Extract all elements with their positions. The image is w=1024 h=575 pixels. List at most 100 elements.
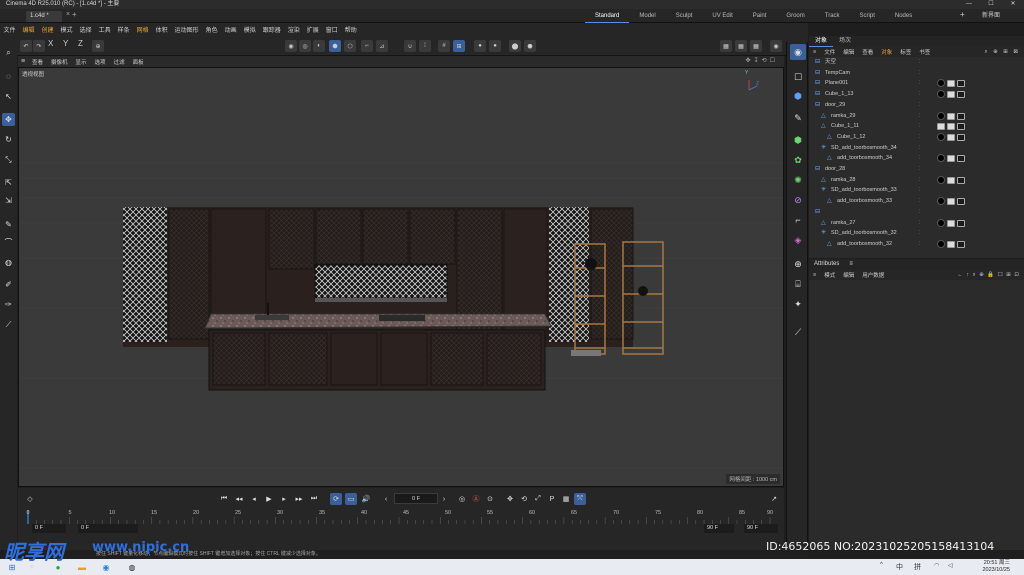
- grid-icon[interactable]: #: [438, 40, 450, 52]
- material-tag-icon[interactable]: [947, 123, 955, 131]
- coordinate-system-icon[interactable]: ⊕: [92, 40, 104, 52]
- keyframe-diamond-icon[interactable]: ◇: [24, 493, 36, 505]
- menu-help[interactable]: 帮助: [341, 25, 360, 34]
- object-row[interactable]: ⊟ TempCam ⁚: [809, 68, 1024, 79]
- deformer-icon[interactable]: ✺: [790, 172, 806, 188]
- object-row[interactable]: ⊟ door_29 ⁚: [809, 100, 1024, 111]
- om-menu-file[interactable]: 文件: [820, 48, 839, 56]
- material-tag-icon[interactable]: [937, 154, 945, 163]
- visibility-dots-icon[interactable]: ⁚: [919, 132, 921, 143]
- om-menu-view[interactable]: 查看: [858, 48, 877, 56]
- snap-settings-icon[interactable]: ⁞: [419, 40, 431, 52]
- search-icon[interactable]: ⌕: [2, 46, 15, 59]
- measure-icon[interactable]: ⟋: [2, 318, 15, 331]
- minimize-button[interactable]: —: [958, 0, 980, 9]
- pla-key-icon[interactable]: ▦: [560, 493, 572, 505]
- scene-icon[interactable]: ⌐: [790, 212, 806, 228]
- visibility-dots-icon[interactable]: ⁚: [919, 100, 921, 111]
- menu-mode[interactable]: 模式: [57, 25, 76, 34]
- phong-tag-icon[interactable]: [957, 240, 965, 248]
- tray-chevron-icon[interactable]: ^: [880, 562, 883, 568]
- material-tag-icon[interactable]: [947, 219, 955, 227]
- layout-uv-edit[interactable]: UV Edit: [702, 9, 742, 23]
- menu-character[interactable]: 角色: [202, 25, 221, 34]
- menu-edit[interactable]: 编辑: [19, 25, 38, 34]
- object-type-icon[interactable]: ✳: [821, 228, 826, 239]
- add-layout-button[interactable]: +: [960, 10, 965, 19]
- sound-icon[interactable]: 🔊: [360, 493, 372, 505]
- brush-icon[interactable]: ✐: [2, 278, 15, 291]
- layout-model[interactable]: Model: [629, 9, 665, 23]
- range-end-field[interactable]: 90 F: [744, 524, 778, 533]
- om-menu-object[interactable]: 对象: [877, 48, 896, 56]
- cube-object-icon[interactable]: ⬢: [790, 88, 806, 104]
- object-row[interactable]: △ add_toorbosmooth_32 ⁚: [809, 239, 1024, 250]
- menu-window[interactable]: 窗口: [322, 25, 341, 34]
- object-type-icon[interactable]: △: [821, 121, 826, 132]
- range-start-field[interactable]: 0 F: [32, 524, 66, 533]
- edges-mode-icon[interactable]: ◎: [299, 40, 311, 52]
- visibility-dots-icon[interactable]: ⁚: [919, 185, 921, 196]
- go-to-start-icon[interactable]: ⏮: [218, 493, 230, 505]
- scale-icon[interactable]: ⤡: [2, 153, 15, 166]
- menu-mograph[interactable]: 运动图形: [171, 25, 202, 34]
- interpolation-icon[interactable]: ⤲: [574, 493, 586, 505]
- polygons-mode-icon[interactable]: ◐: [313, 40, 325, 52]
- object-row[interactable]: ⊟ Plane001 ⁚: [809, 78, 1024, 89]
- viewport-menu-display[interactable]: 显示: [72, 58, 91, 66]
- transform-icon[interactable]: ⇱: [2, 176, 15, 189]
- visibility-dots-icon[interactable]: ⁚: [919, 89, 921, 100]
- phong-tag-icon[interactable]: [957, 80, 965, 88]
- phong-tag-icon[interactable]: [957, 112, 965, 120]
- play-icon[interactable]: ▶: [263, 493, 275, 505]
- timeline-ruler[interactable]: 0 5 10 15 20 25 30 35 40 45 50 55 60 65 …: [24, 510, 778, 524]
- at-menu-user-data[interactable]: 用户数据: [858, 271, 888, 279]
- layout-standard[interactable]: Standard: [585, 9, 630, 23]
- workplane-icon[interactable]: ⌐: [361, 40, 373, 52]
- preview-start-field[interactable]: 0 F: [78, 524, 138, 533]
- object-type-icon[interactable]: ⊟: [815, 78, 820, 89]
- visibility-dots-icon[interactable]: ⁚: [919, 196, 921, 207]
- tab-attributes[interactable]: Attributes: [809, 259, 844, 270]
- move-icon[interactable]: ✥: [2, 113, 15, 126]
- viewport-menu-filter[interactable]: 过滤: [110, 58, 129, 66]
- material-tag-icon[interactable]: [937, 239, 945, 248]
- next-key-icon[interactable]: ▸▸: [293, 493, 305, 505]
- viewport-menu-panel[interactable]: 面板: [129, 58, 148, 66]
- ime-mode-indicator[interactable]: 拼: [914, 562, 921, 572]
- om-menu-bookmarks[interactable]: 书签: [915, 48, 934, 56]
- preview-range[interactable]: 0 F 0 F 90 F 90 F: [24, 524, 778, 533]
- knife-tool-icon[interactable]: ⟋: [790, 324, 806, 340]
- frame-step-forward-icon[interactable]: ›: [438, 493, 450, 505]
- visibility-dots-icon[interactable]: ⁚: [919, 175, 921, 186]
- layout-paint[interactable]: Paint: [743, 9, 777, 23]
- layout-track[interactable]: Track: [815, 9, 850, 23]
- visibility-dots-icon[interactable]: ⁚: [919, 153, 921, 164]
- axis-mode-icon[interactable]: ⊿: [376, 40, 388, 52]
- axis-icon[interactable]: ⇲: [2, 194, 15, 207]
- frame-step-back-icon[interactable]: ‹: [380, 493, 392, 505]
- object-row[interactable]: ✳ SD_add_toorbosmooth_33 ⁚: [809, 185, 1024, 196]
- environment-icon[interactable]: ⊕: [790, 256, 806, 272]
- volume-icon[interactable]: ◁: [948, 562, 953, 569]
- material-tag-icon[interactable]: [947, 112, 955, 120]
- weight-icon[interactable]: ✑: [2, 298, 15, 311]
- material-tag-icon[interactable]: [937, 90, 945, 99]
- redo-icon[interactable]: ↷: [33, 40, 45, 52]
- subdivision-icon[interactable]: ⬢: [790, 132, 806, 148]
- layout-script[interactable]: Script: [850, 9, 885, 23]
- autokey-icon[interactable]: Ⓐ: [470, 493, 482, 505]
- menu-spline[interactable]: 样条: [114, 25, 133, 34]
- pen-spline-icon[interactable]: ✎: [790, 110, 806, 126]
- material-tag-icon[interactable]: [937, 197, 945, 206]
- solo-icon[interactable]: ●: [474, 40, 486, 52]
- interactive-render-icon[interactable]: ◉: [770, 40, 782, 52]
- attribute-nav-icons[interactable]: ← ↑ ⌕ ⊕ 🔒 ☐ ⊞ ⊡: [953, 272, 1024, 279]
- object-type-icon[interactable]: ⊟: [815, 207, 820, 218]
- phong-tag-icon[interactable]: [957, 176, 965, 184]
- file-explorer-icon[interactable]: ▬: [76, 561, 88, 573]
- render-settings-icon[interactable]: ▦: [750, 40, 762, 52]
- at-menu-mode[interactable]: 模式: [820, 271, 839, 279]
- phong-tag-icon[interactable]: [957, 123, 965, 131]
- object-row[interactable]: △ Cube_1_11 ⁚: [809, 121, 1024, 132]
